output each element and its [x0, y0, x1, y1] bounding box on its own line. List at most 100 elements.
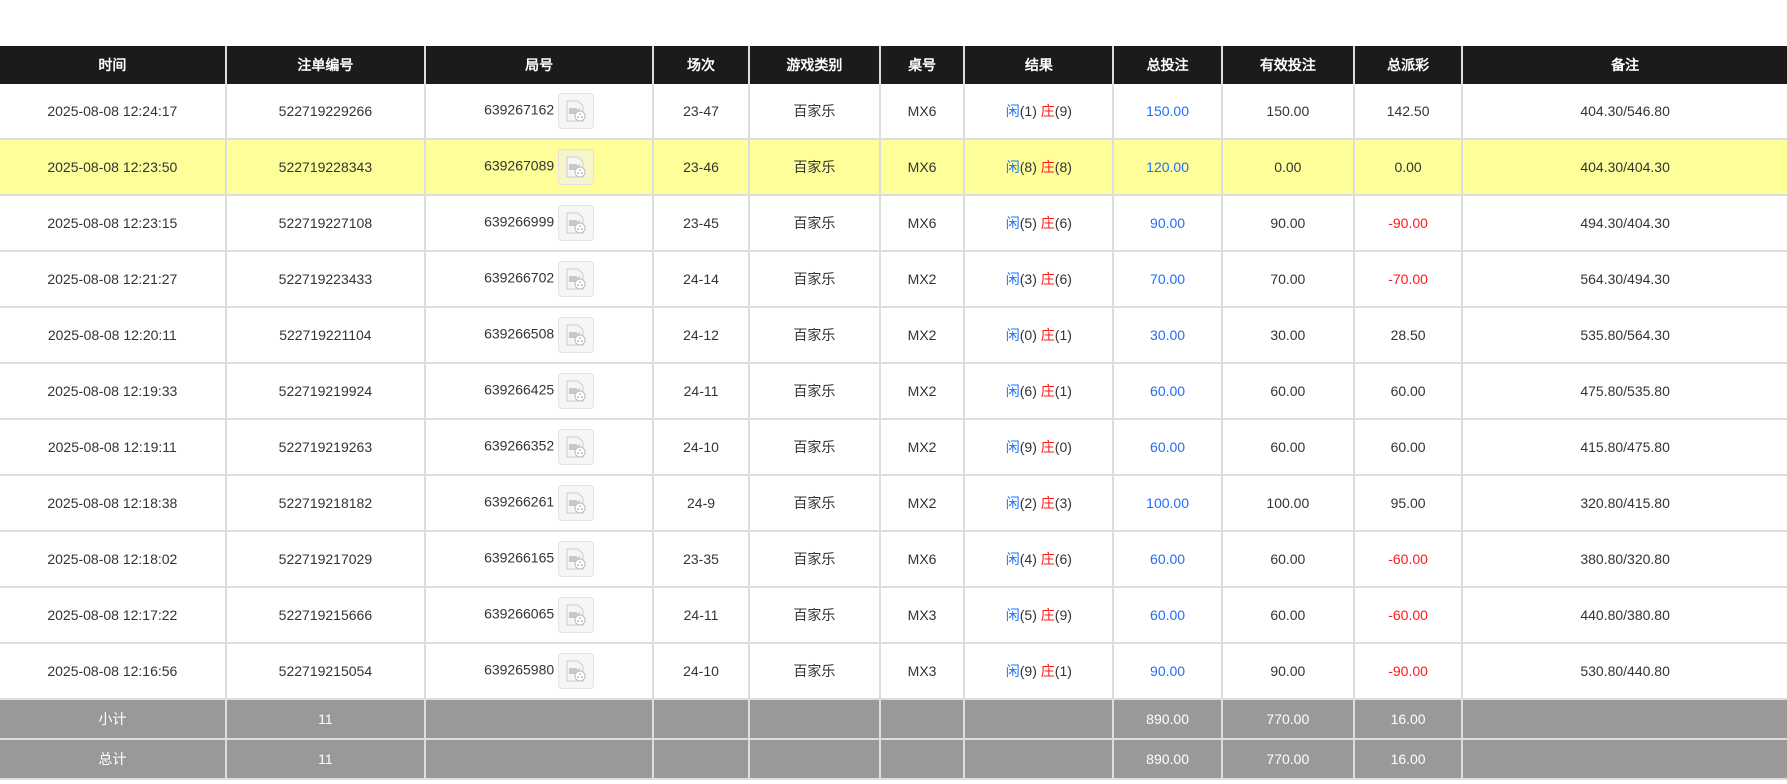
valid-bet-cell: 60.00	[1220, 531, 1354, 588]
shoe-cell: 24-11	[652, 363, 749, 420]
footer-payout: 16.00	[1352, 739, 1463, 780]
table-row[interactable]: 2025-08-08 12:23:15 522719227108 639266999…	[0, 195, 1787, 252]
game-cell: 百家乐	[747, 587, 880, 644]
payout-cell: 60.00	[1352, 419, 1463, 476]
banker-score: (3)	[1054, 495, 1072, 511]
video-replay-icon[interactable]	[558, 485, 595, 521]
video-replay-icon[interactable]	[558, 653, 595, 689]
total-bet-cell: 100.00	[1112, 475, 1222, 532]
table-row[interactable]: 2025-08-08 12:19:11 522719219263 639266352…	[0, 419, 1787, 476]
valid-bet-cell: 0.00	[1220, 139, 1354, 196]
bet-id-cell: 522719215666	[224, 587, 426, 644]
note-cell: 404.30/404.30	[1461, 139, 1787, 196]
bet-records-table: 时间 注单编号 局号 场次 游戏类别 桌号 结果 总投注 有效投注 总派彩 备注…	[0, 46, 1787, 780]
time-cell: 2025-08-08 12:21:27	[0, 251, 226, 308]
total-bet-cell: 70.00	[1112, 251, 1222, 308]
player-score: (4)	[1019, 551, 1037, 567]
round-cell: 639265980	[424, 643, 654, 700]
table-cell: MX6	[878, 195, 965, 252]
note-cell: 475.80/535.80	[1461, 363, 1787, 420]
game-cell: 百家乐	[747, 643, 880, 700]
table-row[interactable]: 2025-08-08 12:24:17 522719229266 639267162…	[0, 84, 1787, 140]
banker-score: (6)	[1054, 271, 1072, 287]
video-replay-icon[interactable]	[558, 93, 595, 129]
game-cell: 百家乐	[747, 307, 880, 364]
table-row[interactable]: 2025-08-08 12:21:27 522719223433 639266702…	[0, 251, 1787, 308]
bet-id-cell: 522719219924	[224, 363, 426, 420]
valid-bet-cell: 30.00	[1220, 307, 1354, 364]
player-label: 闲	[1005, 103, 1020, 119]
note-cell: 530.80/440.80	[1461, 643, 1787, 700]
banker-label: 庄	[1040, 495, 1055, 511]
total-bet-cell: 60.00	[1112, 531, 1222, 588]
round-cell: 639266508	[424, 307, 654, 364]
table-row[interactable]: 2025-08-08 12:23:50 522719228343 639267089…	[0, 139, 1787, 196]
col-note: 备注	[1461, 46, 1787, 84]
player-score: (2)	[1019, 495, 1037, 511]
video-replay-icon[interactable]	[558, 429, 595, 465]
table-row[interactable]: 2025-08-08 12:20:11 522719221104 639266508…	[0, 307, 1787, 364]
banker-label: 庄	[1040, 103, 1055, 119]
banker-score: (0)	[1054, 439, 1072, 455]
round-cell: 639266165	[424, 531, 654, 588]
player-score: (6)	[1019, 383, 1037, 399]
table-row[interactable]: 2025-08-08 12:19:33 522719219924 639266425…	[0, 363, 1787, 420]
player-score: (5)	[1019, 215, 1037, 231]
video-replay-icon[interactable]	[558, 149, 595, 185]
banker-label: 庄	[1040, 663, 1055, 679]
payout-cell: 95.00	[1352, 475, 1463, 532]
empty-cell	[424, 699, 654, 740]
banker-score: (1)	[1054, 663, 1072, 679]
banker-score: (6)	[1054, 215, 1072, 231]
time-cell: 2025-08-08 12:16:56	[0, 643, 226, 700]
total-bet-cell: 90.00	[1112, 643, 1222, 700]
col-result: 结果	[963, 46, 1114, 84]
bet-id-cell: 522719219263	[224, 419, 426, 476]
round-number: 639266999	[484, 213, 555, 230]
time-cell: 2025-08-08 12:20:11	[0, 307, 226, 364]
shoe-cell: 24-9	[652, 475, 749, 532]
col-payout: 总派彩	[1352, 46, 1463, 84]
round-cell: 639266425	[424, 363, 654, 420]
video-replay-icon[interactable]	[558, 317, 595, 353]
empty-cell	[747, 699, 880, 740]
result-cell: 闲(5) 庄(9)	[963, 587, 1114, 644]
table-cell: MX2	[878, 419, 965, 476]
footer-count: 11	[224, 699, 426, 740]
footer-label: 小计	[0, 699, 226, 740]
note-cell: 535.80/564.30	[1461, 307, 1787, 364]
time-cell: 2025-08-08 12:24:17	[0, 84, 226, 140]
payout-cell: -90.00	[1352, 643, 1463, 700]
video-replay-icon[interactable]	[558, 541, 595, 577]
video-replay-icon[interactable]	[558, 373, 595, 409]
banker-score: (9)	[1054, 103, 1072, 119]
table-row[interactable]: 2025-08-08 12:18:02 522719217029 639266165…	[0, 531, 1787, 588]
shoe-cell: 24-10	[652, 419, 749, 476]
bet-id-cell: 522719218182	[224, 475, 426, 532]
banker-score: (1)	[1054, 327, 1072, 343]
note-cell: 564.30/494.30	[1461, 251, 1787, 308]
video-replay-icon[interactable]	[558, 261, 595, 297]
video-replay-icon[interactable]	[558, 205, 595, 241]
video-replay-icon[interactable]	[558, 597, 595, 633]
time-cell: 2025-08-08 12:19:11	[0, 419, 226, 476]
table-row[interactable]: 2025-08-08 12:17:22 522719215666 639266065…	[0, 587, 1787, 644]
payout-cell: 0.00	[1352, 139, 1463, 196]
round-number: 639266261	[484, 493, 555, 510]
banker-label: 庄	[1040, 551, 1055, 567]
col-time: 时间	[0, 46, 226, 84]
footer-valid-bet: 770.00	[1220, 699, 1354, 740]
game-cell: 百家乐	[747, 139, 880, 196]
valid-bet-cell: 70.00	[1220, 251, 1354, 308]
banker-score: (6)	[1054, 551, 1072, 567]
table-cell: MX2	[878, 475, 965, 532]
player-score: (5)	[1019, 607, 1037, 623]
table-row[interactable]: 2025-08-08 12:16:56 522719215054 639265980…	[0, 643, 1787, 700]
shoe-cell: 24-11	[652, 587, 749, 644]
bet-id-cell: 522719227108	[224, 195, 426, 252]
table-row[interactable]: 2025-08-08 12:18:38 522719218182 639266261…	[0, 475, 1787, 532]
table-cell: MX3	[878, 643, 965, 700]
player-score: (0)	[1019, 327, 1037, 343]
footer-count: 11	[224, 739, 426, 780]
note-cell: 415.80/475.80	[1461, 419, 1787, 476]
